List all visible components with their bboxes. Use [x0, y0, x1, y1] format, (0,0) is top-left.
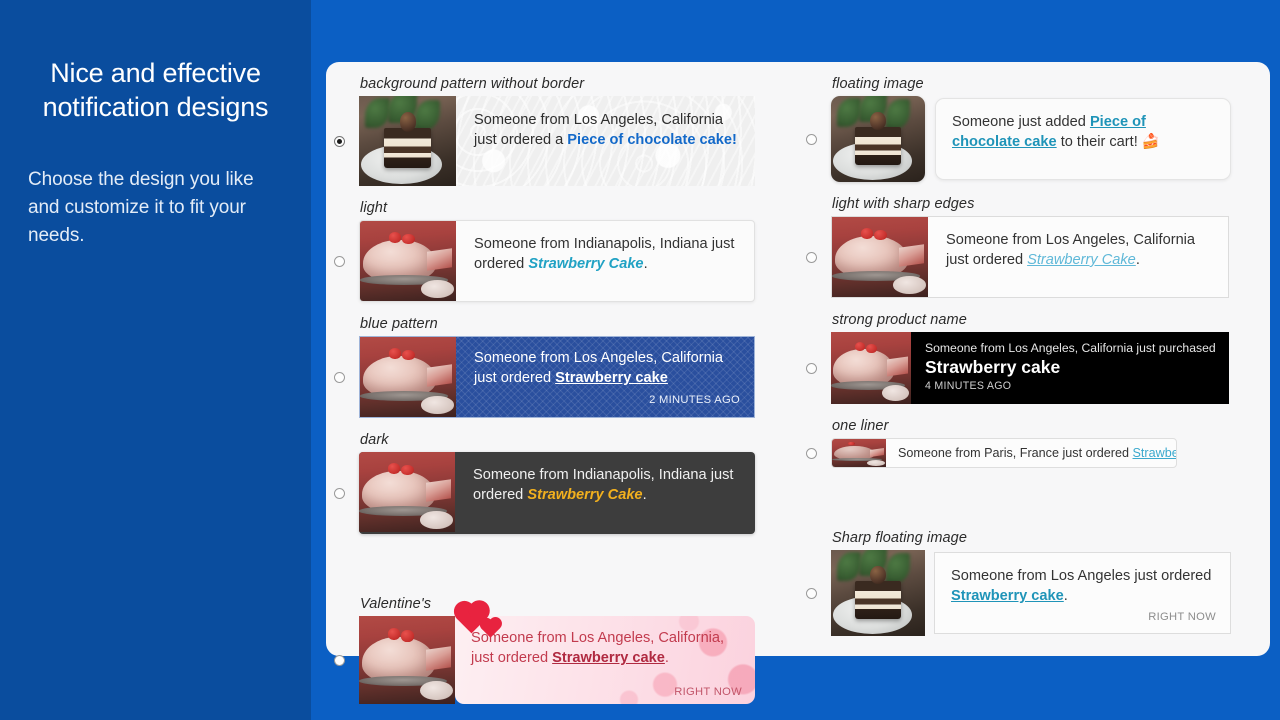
design-row-one-liner[interactable]: one liner Someone from Paris, France jus…: [806, 418, 1270, 468]
notification-text-after: .: [1135, 252, 1140, 268]
notification-body: Someone from Los Angeles, California, ju…: [455, 616, 755, 704]
radio-sharp-floating-image[interactable]: [806, 587, 817, 599]
notification-text-before: Someone from Paris, France just ordered: [898, 446, 1133, 460]
product-thumbnail-strawberry-cake: [359, 452, 455, 532]
notification-text: Someone from Paris, France just ordered …: [886, 446, 1177, 460]
product-thumbnail-strawberry-cake: [832, 439, 886, 467]
design-row-light[interactable]: light Someone from Indianapolis, Indiana…: [334, 200, 798, 302]
product-thumbnail-strawberry-cake: [832, 217, 928, 297]
product-link[interactable]: Strawberry cake: [552, 650, 665, 666]
product-thumbnail-strawberry-cake: [360, 221, 456, 301]
design-label: floating image: [832, 76, 924, 92]
design-label: dark: [360, 432, 389, 448]
notification-text-before: Someone just added: [952, 114, 1090, 130]
notification-text: Someone just added Piece of chocolate ca…: [935, 98, 1231, 180]
radio-dark[interactable]: [334, 487, 345, 499]
radio-background-pattern[interactable]: [334, 135, 345, 147]
design-row-floating-image[interactable]: floating image Someone just added Piece …: [806, 76, 1270, 182]
notification-text-after: .: [1063, 588, 1068, 604]
notification-timestamp: 4 MINUTES AGO: [925, 380, 1012, 392]
sidebar: Nice and effective notification designs …: [0, 0, 311, 720]
notification-timestamp: RIGHT NOW: [1148, 611, 1216, 623]
product-link[interactable]: Strawberry Cake: [1133, 446, 1177, 460]
notification-text: Someone from Los Angeles, California jus…: [911, 332, 1229, 404]
radio-light[interactable]: [334, 255, 345, 267]
notification-preview-sharp-floating-image[interactable]: Someone from Los Angeles just ordered St…: [831, 550, 1231, 636]
design-row-valentines[interactable]: Valentine's Someone from Los Angeles, Ca…: [334, 596, 798, 704]
product-thumbnail-chocolate-cake: [831, 96, 925, 182]
column-spacer: [806, 482, 1270, 530]
notification-text-after: .: [643, 256, 648, 272]
notification-preview-one-liner[interactable]: Someone from Paris, France just ordered …: [831, 438, 1177, 468]
design-row-sharp-floating-image[interactable]: Sharp floating image Someone from Los An…: [806, 530, 1270, 636]
notification-preview-valentines[interactable]: Someone from Los Angeles, California, ju…: [359, 603, 755, 704]
radio-floating-image[interactable]: [806, 133, 817, 145]
radio-strong-product-name[interactable]: [806, 362, 817, 374]
product-link[interactable]: Strawberry cake: [925, 356, 1217, 379]
product-thumbnail-strawberry-cake: [831, 332, 911, 404]
design-row-background-pattern[interactable]: background pattern without border Someon…: [334, 76, 798, 186]
radio-blue-pattern[interactable]: [334, 371, 345, 383]
design-row-blue-pattern[interactable]: blue pattern Someone from Los Angeles, C…: [334, 316, 798, 418]
notification-text-after: .: [664, 650, 669, 666]
notification-text: Someone from Los Angeles just ordered St…: [934, 552, 1231, 634]
product-link[interactable]: Strawberry cake: [951, 588, 1064, 604]
product-thumbnail-chocolate-cake: [831, 550, 925, 636]
radio-one-liner[interactable]: [806, 447, 817, 459]
design-label: light: [360, 200, 388, 216]
product-thumbnail-chocolate-cake: [359, 96, 456, 186]
design-label: Valentine's: [360, 596, 432, 612]
notification-text-after: to their cart! 🍰: [1056, 134, 1160, 150]
notification-text: Someone from Los Angeles, California jus…: [456, 96, 755, 186]
product-thumbnail-strawberry-cake: [360, 337, 456, 417]
design-label: blue pattern: [360, 316, 438, 332]
notification-preview-light-sharp-edges[interactable]: Someone from Los Angeles, California jus…: [831, 216, 1229, 298]
design-label: one liner: [832, 418, 889, 434]
designs-column-right: floating image Someone just added Piece …: [798, 76, 1270, 656]
notification-preview-background-pattern[interactable]: Someone from Los Angeles, California jus…: [359, 96, 755, 186]
notification-text: Someone from Los Angeles, California jus…: [928, 217, 1228, 297]
notification-line-1: Someone from Los Angeles, California jus…: [925, 341, 1216, 355]
design-label: strong product name: [832, 312, 967, 328]
notification-preview-blue-pattern[interactable]: Someone from Los Angeles, California jus…: [359, 336, 755, 418]
notification-preview-strong-product-name[interactable]: Someone from Los Angeles, California jus…: [831, 332, 1229, 404]
page-title: Nice and effective notification designs: [42, 58, 269, 122]
design-label: Sharp floating image: [832, 530, 967, 546]
notification-preview-dark[interactable]: Someone from Indianapolis, Indiana just …: [359, 452, 755, 534]
product-link[interactable]: Strawberry Cake: [1027, 252, 1136, 268]
designs-panel: background pattern without border Someon…: [326, 62, 1270, 704]
design-row-light-sharp-edges[interactable]: light with sharp edges Someone from Los …: [806, 196, 1270, 298]
radio-valentines[interactable]: [334, 654, 345, 666]
notification-preview-light[interactable]: Someone from Indianapolis, Indiana just …: [359, 220, 755, 302]
design-label: background pattern without border: [360, 76, 585, 92]
design-row-dark[interactable]: dark Someone from Indianapolis, Indiana …: [334, 432, 798, 534]
notification-text-after: .: [642, 487, 647, 503]
notification-timestamp: RIGHT NOW: [674, 686, 742, 698]
column-spacer: [334, 548, 798, 596]
notification-preview-floating-image[interactable]: Someone just added Piece of chocolate ca…: [831, 96, 1231, 182]
designs-column-left: background pattern without border Someon…: [326, 76, 798, 704]
product-thumbnail-strawberry-cake: [359, 616, 455, 704]
notification-timestamp: 2 MINUTES AGO: [649, 394, 740, 406]
notification-text: Someone from Indianapolis, Indiana just …: [456, 221, 754, 301]
design-row-strong-product-name[interactable]: strong product name Someone from Los Ang…: [806, 312, 1270, 404]
design-label: light with sharp edges: [832, 196, 975, 212]
sidebar-subtext: Choose the design you like and customize…: [28, 169, 254, 246]
screenshot-root: Nice and effective notification designs …: [0, 0, 1280, 720]
notification-text: Someone from Indianapolis, Indiana just …: [455, 452, 755, 534]
notification-text-before: Someone from Los Angeles just ordered: [951, 568, 1212, 584]
radio-light-sharp-edges[interactable]: [806, 251, 817, 263]
product-link[interactable]: Piece of chocolate cake!: [567, 132, 737, 148]
notification-text: Someone from Los Angeles, California jus…: [456, 337, 754, 417]
product-link[interactable]: Strawberry cake: [555, 370, 668, 386]
product-link[interactable]: Strawberry Cake: [528, 256, 643, 272]
product-link[interactable]: Strawberry Cake: [527, 487, 642, 503]
